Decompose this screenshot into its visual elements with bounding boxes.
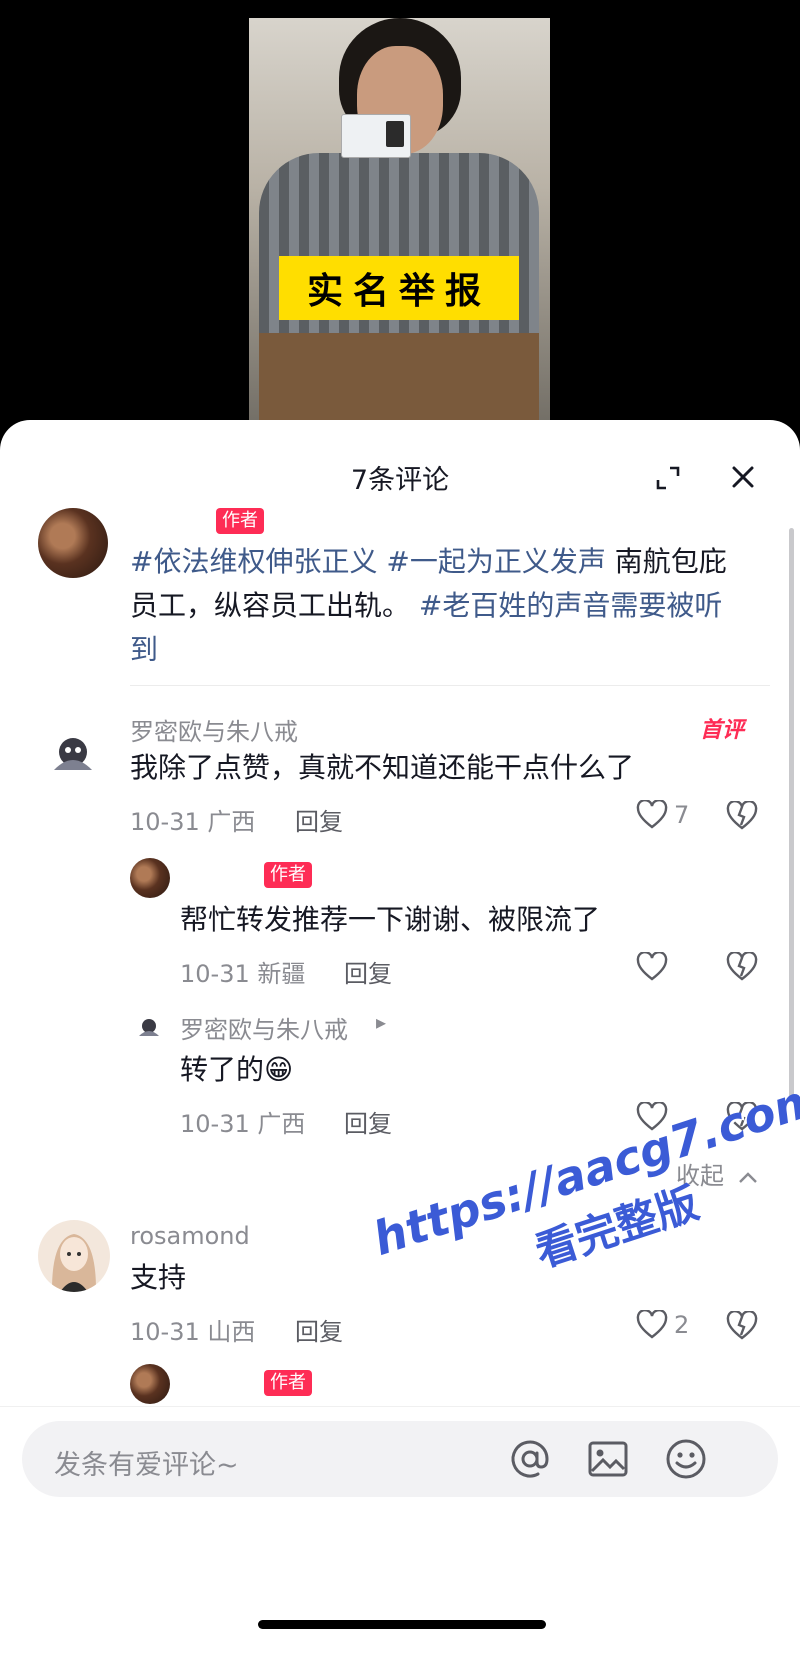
author-tag: 作者 [264, 1370, 312, 1396]
reply-date-location: 10-31 广西 [180, 1110, 306, 1138]
hashtag-link[interactable]: #依法维权伸张正义 [130, 545, 377, 578]
id-card-image [341, 114, 411, 158]
video-banner: 实名举报 [279, 256, 519, 320]
id-card-photo [386, 121, 404, 147]
comment-avatar[interactable] [38, 1220, 110, 1292]
dislike-icon[interactable] [726, 801, 758, 831]
video-frame: 实名举报 [249, 18, 550, 440]
chevron-up-icon [738, 1172, 757, 1183]
comment-date-location: 10-31 广西 [130, 808, 256, 836]
like-button[interactable]: 7 [636, 800, 689, 830]
like-count: 2 [674, 1311, 690, 1339]
reply-date-location: 10-31 新疆 [180, 960, 306, 988]
hashtag-link[interactable]: #一起为正义发声 [386, 545, 605, 578]
image-icon[interactable] [586, 1437, 630, 1481]
emoji-icon[interactable] [664, 1437, 708, 1481]
author-tag: 作者 [264, 862, 312, 888]
heart-icon[interactable] [636, 952, 668, 982]
close-icon[interactable] [728, 462, 758, 492]
comment-text: 支持 [130, 1261, 187, 1294]
heart-icon [636, 800, 668, 829]
comment-avatar[interactable] [42, 722, 104, 784]
reply-avatar[interactable] [130, 1364, 170, 1404]
comment-input-bar: 发条有爱评论~ [0, 1406, 800, 1654]
reply-button[interactable]: 回复 [295, 1312, 343, 1347]
dislike-icon[interactable] [726, 1311, 758, 1341]
author-avatar[interactable] [38, 508, 108, 578]
like-count: 7 [674, 801, 690, 829]
reply-username[interactable]: 罗密欧与朱八戒 [180, 1010, 348, 1045]
comment-text: 我除了点赞，真就不知道还能干点什么了 [130, 751, 635, 784]
reply-button[interactable]: 回复 [344, 1104, 392, 1139]
comment-date-location: 10-31 山西 [130, 1318, 256, 1346]
reply-button[interactable]: 回复 [344, 954, 392, 989]
girl-avatar-icon [52, 1234, 96, 1292]
dislike-icon[interactable] [726, 1102, 758, 1132]
mention-icon[interactable] [508, 1437, 552, 1481]
author-tag: 作者 [216, 508, 264, 534]
comment-input-placeholder: 发条有爱评论~ [54, 1450, 239, 1481]
reply-button[interactable]: 回复 [295, 802, 343, 837]
collapse-replies-button[interactable]: 收起 [676, 1156, 758, 1191]
reply-text: 转了的😁 [180, 1053, 294, 1086]
reply-text: 帮忙转发推荐一下谢谢、被限流了 [180, 903, 601, 936]
heart-icon [636, 1310, 668, 1339]
author-post-text: #依法维权伸张正义 #一起为正义发声 南航包庇员工，纵容员工出轨。 #老百姓的声… [130, 540, 750, 672]
anime-avatar-icon [139, 1019, 159, 1036]
divider [130, 685, 770, 686]
comment-username[interactable]: rosamond [130, 1222, 250, 1250]
heart-icon[interactable] [636, 1102, 668, 1132]
like-button[interactable]: 2 [636, 1310, 689, 1340]
sheet-header: 7条评论 [0, 420, 800, 535]
scrollbar[interactable] [789, 528, 794, 1098]
reply-avatar[interactable] [130, 858, 170, 898]
first-comment-badge: 首评 [700, 718, 745, 743]
collapse-label: 收起 [676, 1162, 724, 1190]
home-indicator[interactable] [258, 1620, 546, 1629]
comment-username[interactable]: 罗密欧与朱八戒 [130, 712, 298, 747]
reply-to-arrow-icon: ▸ [376, 1010, 387, 1034]
anime-avatar-icon [54, 738, 92, 770]
reply-avatar[interactable] [134, 1012, 164, 1042]
dislike-icon[interactable] [726, 952, 758, 982]
comment-input[interactable]: 发条有爱评论~ [22, 1421, 778, 1497]
video-player[interactable]: 实名举报 [0, 0, 800, 440]
expand-icon[interactable] [654, 464, 682, 492]
